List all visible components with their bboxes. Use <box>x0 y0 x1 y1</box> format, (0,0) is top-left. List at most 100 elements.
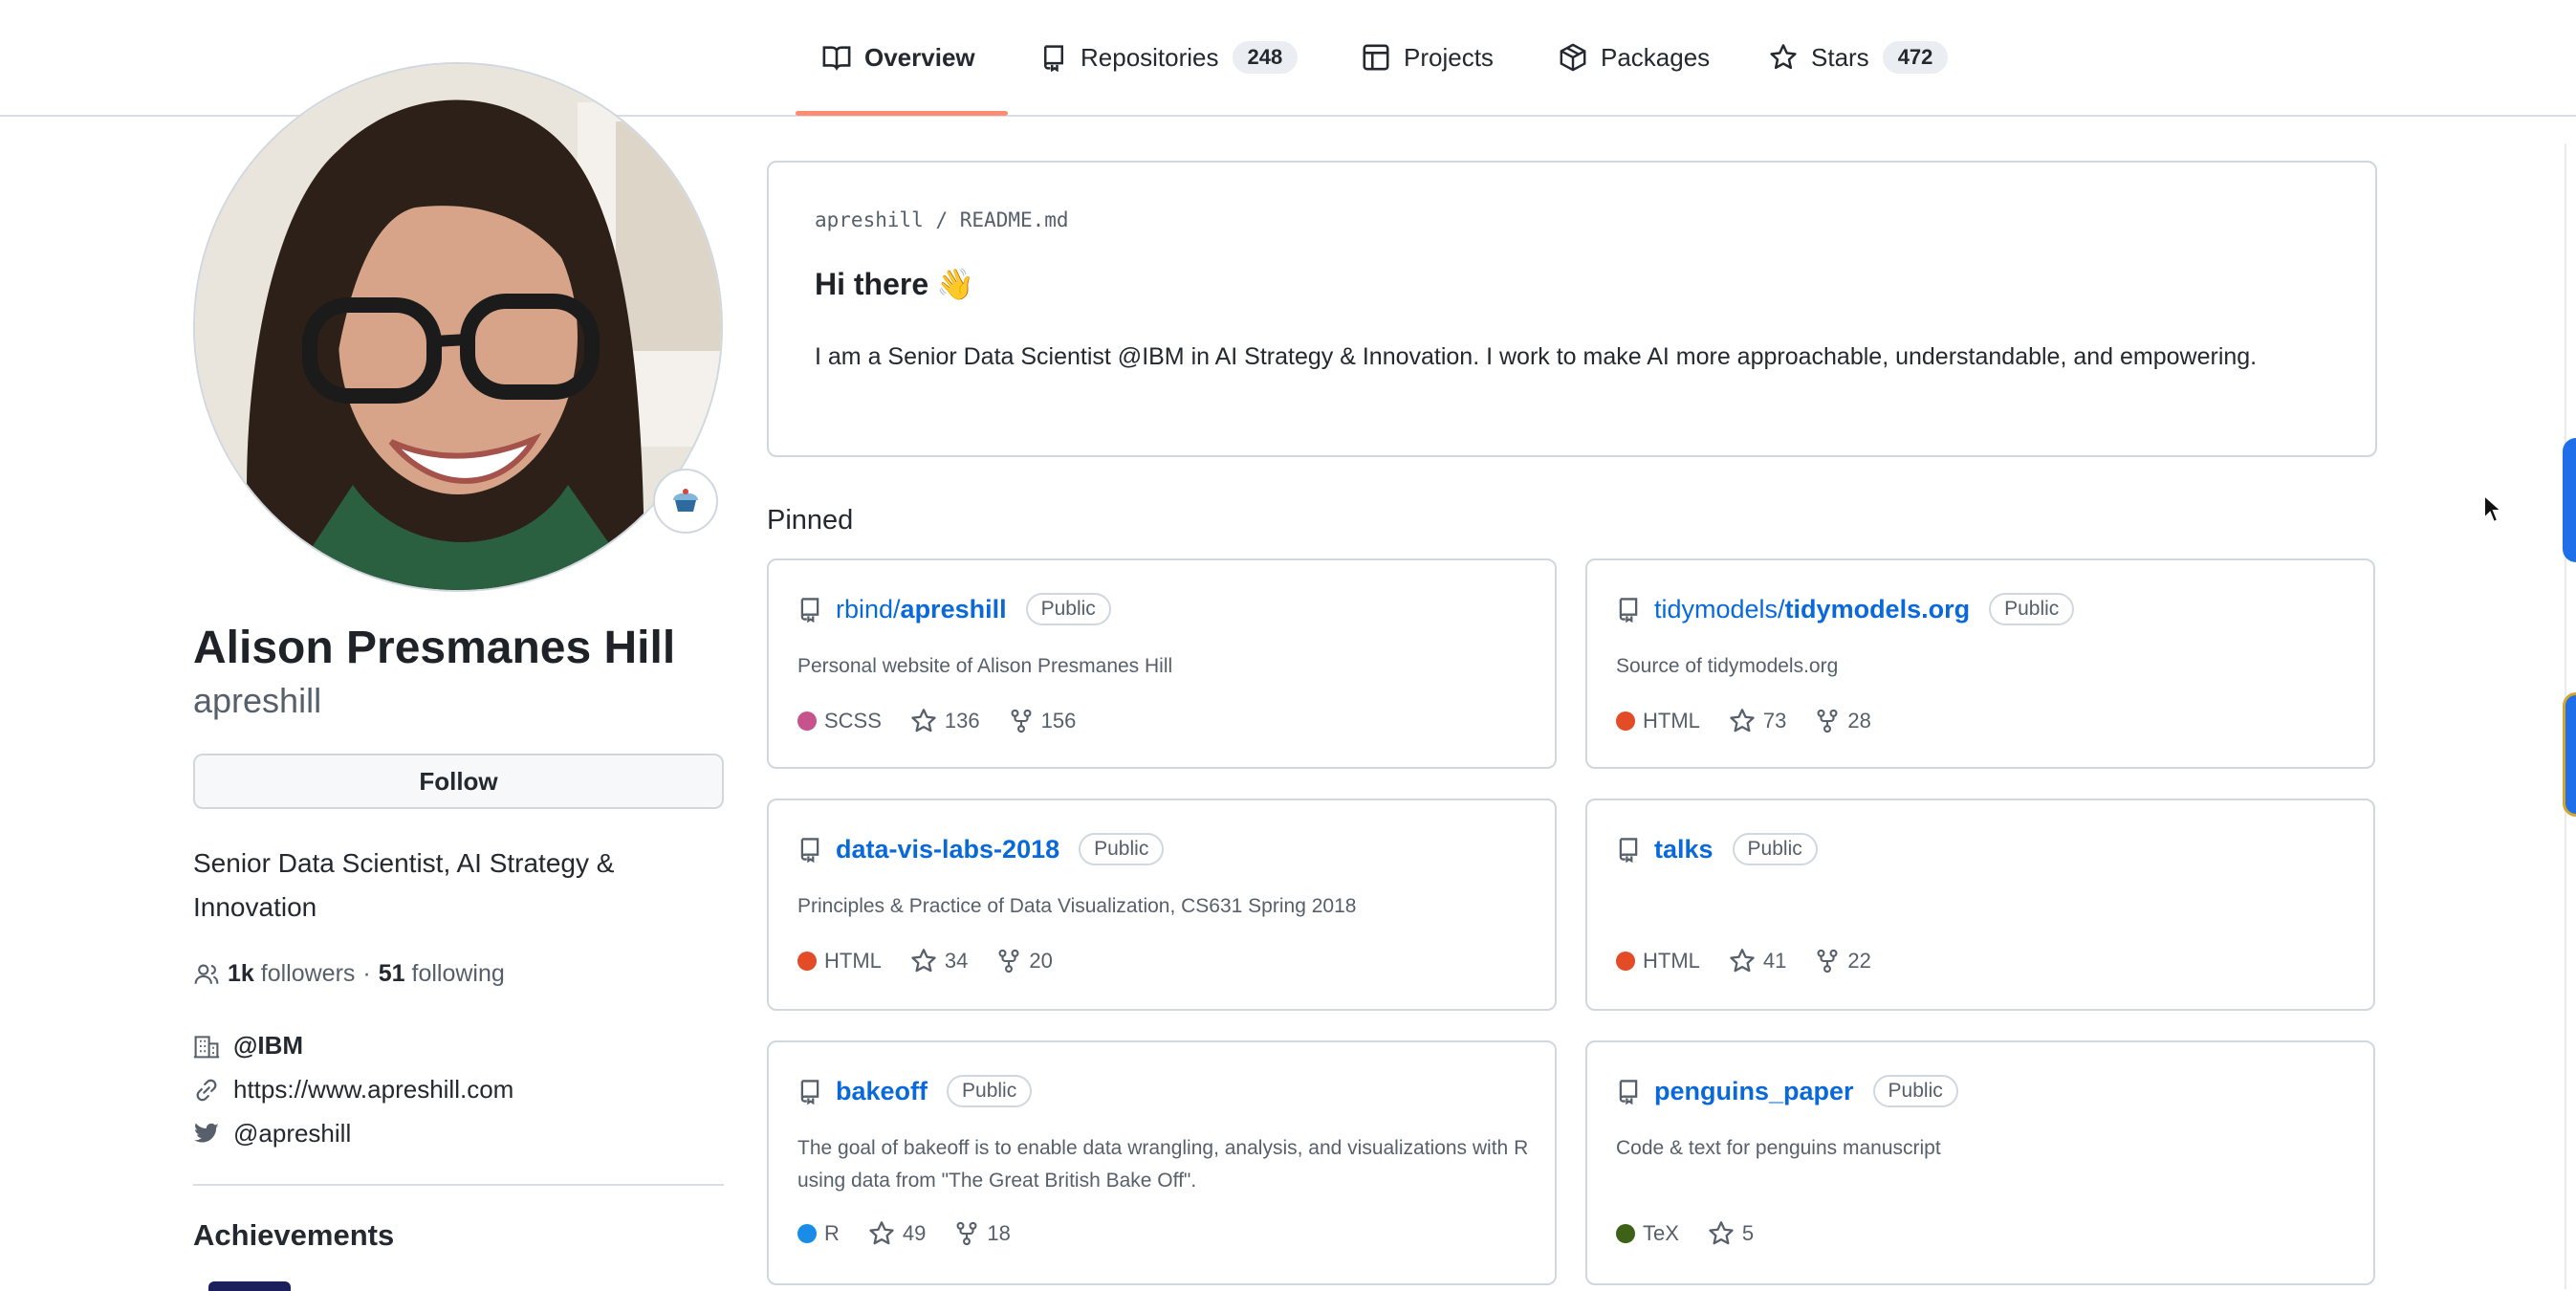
tab-stars[interactable]: Stars 472 <box>1769 0 1949 115</box>
fork-icon <box>954 1220 979 1247</box>
fork-count: 20 <box>1029 949 1053 973</box>
avatar[interactable] <box>193 62 723 592</box>
star-count: 136 <box>944 709 980 733</box>
following-label: following <box>411 960 505 987</box>
repo-name: tidymodels.org <box>1784 594 1971 624</box>
language-label: HTML <box>1643 949 1700 973</box>
repo-icon <box>797 1078 822 1105</box>
people-icon <box>193 962 220 987</box>
language-label: HTML <box>824 949 882 973</box>
star-count: 73 <box>1762 709 1787 733</box>
stars-link[interactable]: 136 <box>910 708 980 734</box>
repo-description: Source of tidymodels.org <box>1616 655 1839 677</box>
follow-button[interactable]: Follow <box>193 754 724 809</box>
tab-overview[interactable]: Overview <box>822 0 975 115</box>
repo-icon <box>1040 43 1067 72</box>
star-count: 34 <box>944 949 969 973</box>
forks-link[interactable]: 22 <box>1815 948 1871 974</box>
repo-meta: HTML 34 20 <box>797 948 1053 974</box>
side-widget-tab[interactable] <box>2563 692 2576 817</box>
tab-projects[interactable]: Projects <box>1362 0 1494 115</box>
company-link[interactable]: @IBM <box>233 1031 303 1061</box>
repo-description: Code & text for penguins manuscript <box>1616 1137 1941 1159</box>
repo-icon <box>1616 836 1641 863</box>
twitter-row: @apreshill <box>193 1119 351 1149</box>
table-icon <box>1362 43 1390 72</box>
fork-icon <box>1815 948 1840 974</box>
language-color-dot <box>797 952 817 971</box>
stars-link[interactable]: 5 <box>1708 1220 1754 1247</box>
tab-label: Packages <box>1601 42 1711 72</box>
fork-icon <box>1009 708 1034 734</box>
follow-stats: 1k followers · 51 following <box>193 960 505 988</box>
repo-name: talks <box>1654 834 1714 864</box>
repo-description: Principles & Practice of Data Visualizat… <box>797 895 1357 917</box>
star-count: 49 <box>902 1221 927 1245</box>
repo-owner: rbind/ <box>836 594 901 624</box>
star-icon <box>1729 708 1756 734</box>
pinned-repo-card: penguins_paper Public Code & text for pe… <box>1585 1040 2375 1285</box>
repo-name: apreshill <box>900 594 1007 624</box>
waving-hand-icon: 👋 <box>936 266 974 302</box>
tab-packages[interactable]: Packages <box>1559 0 1710 115</box>
repo-language: HTML <box>1616 949 1700 974</box>
pinned-repo-card: talks Public HTML 41 22 <box>1585 799 2375 1011</box>
visibility-badge: Public <box>947 1075 1033 1107</box>
repo-link[interactable]: talks <box>1654 835 1714 864</box>
mouse-cursor-icon <box>2482 492 2504 531</box>
language-color-dot <box>797 711 817 731</box>
forks-link[interactable]: 156 <box>1009 708 1076 734</box>
repo-link[interactable]: tidymodels/tidymodels.org <box>1654 595 1970 624</box>
repo-icon <box>1616 596 1641 623</box>
forks-link[interactable]: 28 <box>1815 708 1871 734</box>
language-label: HTML <box>1643 709 1700 733</box>
visibility-badge: Public <box>1989 593 2075 625</box>
repo-link[interactable]: bakeoff <box>836 1077 928 1106</box>
readme-file-link[interactable]: README.md <box>960 208 1069 231</box>
pinned-heading: Pinned <box>767 505 854 536</box>
twitter-link[interactable]: @apreshill <box>233 1119 351 1149</box>
forks-link[interactable]: 20 <box>996 948 1053 974</box>
repo-name: bakeoff <box>836 1076 928 1105</box>
website-link[interactable]: https://www.apreshill.com <box>233 1075 513 1105</box>
achievements-heading[interactable]: Achievements <box>193 1218 394 1253</box>
repo-description: The goal of bakeoff is to enable data wr… <box>797 1137 1529 1192</box>
followers-link[interactable]: 1k followers <box>228 960 355 988</box>
stars-count-badge: 472 <box>1882 41 1949 74</box>
readme-heading-text: Hi there <box>815 266 929 301</box>
stars-link[interactable]: 34 <box>910 948 968 974</box>
stars-link[interactable]: 49 <box>868 1220 926 1247</box>
stars-link[interactable]: 73 <box>1729 708 1786 734</box>
stars-link[interactable]: 41 <box>1729 948 1786 974</box>
tab-repositories[interactable]: Repositories 248 <box>1040 0 1299 115</box>
repo-link[interactable]: penguins_paper <box>1654 1077 1854 1106</box>
repo-link[interactable]: rbind/apreshill <box>836 595 1007 624</box>
repo-link[interactable]: data-vis-labs-2018 <box>836 835 1059 864</box>
repo-icon <box>797 596 822 623</box>
package-icon <box>1559 43 1587 72</box>
separator-dot: · <box>362 960 371 987</box>
readme-owner-link[interactable]: apreshill <box>815 208 924 231</box>
status-emoji-button[interactable] <box>653 469 718 534</box>
side-widget-tab[interactable] <box>2563 438 2576 562</box>
profile-full-name: Alison Presmanes Hill <box>193 623 676 673</box>
pinned-repo-card: rbind/apreshill Public Personal website … <box>767 558 1557 769</box>
repo-language: SCSS <box>797 709 882 733</box>
repo-name: penguins_paper <box>1654 1076 1854 1105</box>
repo-owner: tidymodels/ <box>1654 594 1785 624</box>
following-link[interactable]: 51 following <box>379 960 505 988</box>
path-separator: / <box>935 208 949 231</box>
star-count: 5 <box>1741 1221 1755 1245</box>
repo-icon <box>797 836 822 863</box>
achievement-badge[interactable] <box>208 1281 291 1291</box>
repo-icon <box>1616 1078 1641 1105</box>
visibility-badge: Public <box>1025 593 1111 625</box>
language-label: R <box>824 1221 840 1245</box>
profile-readme: apreshill / README.md Hi there 👋 I am a … <box>767 161 2377 457</box>
star-icon <box>910 708 937 734</box>
language-color-dot <box>1616 952 1635 971</box>
repo-language: R <box>797 1221 840 1246</box>
repo-language: HTML <box>1616 709 1700 733</box>
readme-body: I am a Senior Data Scientist @IBM in AI … <box>815 343 2258 370</box>
forks-link[interactable]: 18 <box>954 1220 1011 1247</box>
